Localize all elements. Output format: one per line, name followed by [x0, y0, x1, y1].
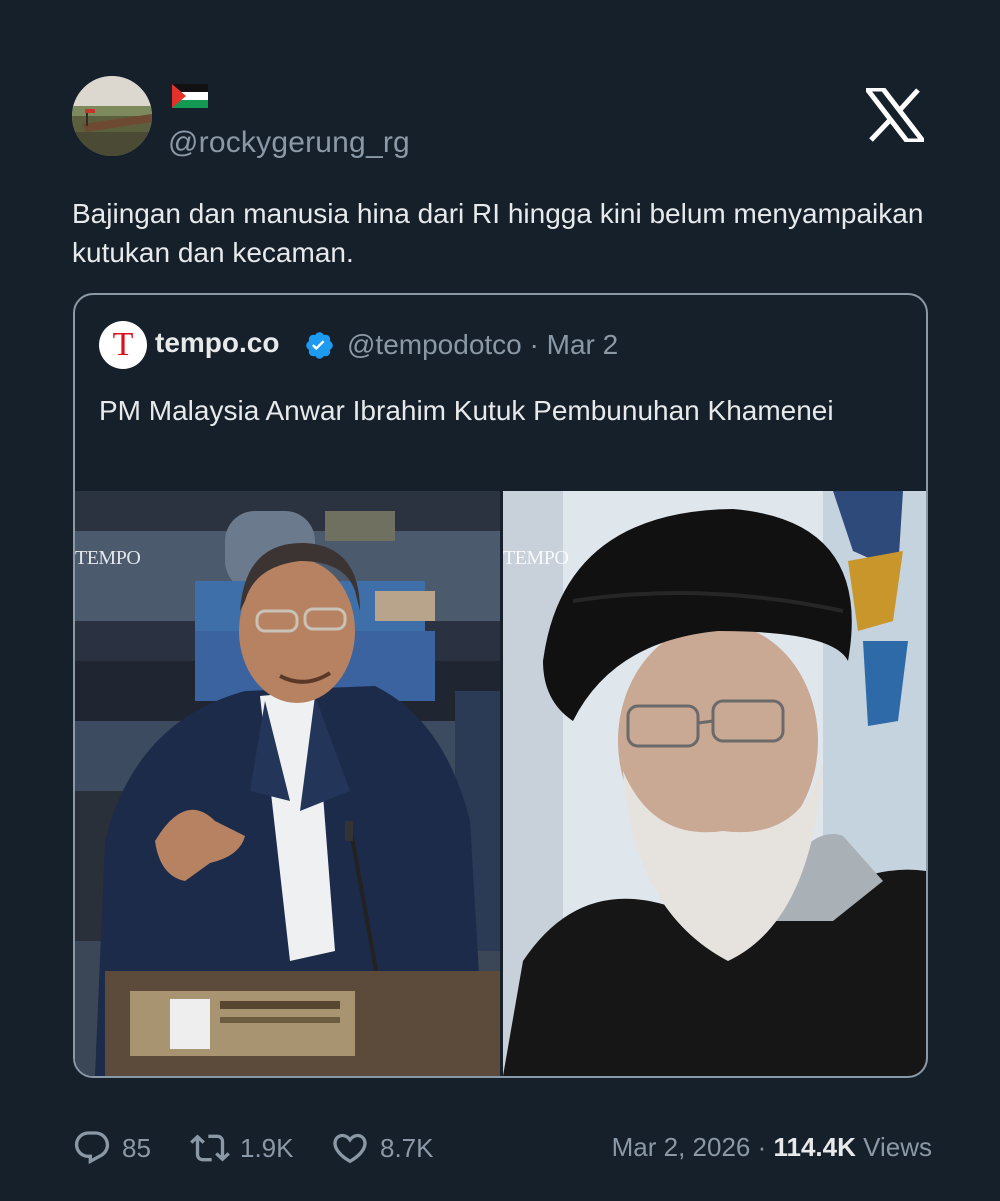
tweet-date[interactable]: Mar 2, 2026 [612, 1132, 751, 1162]
anwar-ibrahim-photo[interactable]: TEMPO [75, 491, 500, 1076]
author-handle[interactable]: @rockygerung_rg [168, 126, 410, 160]
tweet-text: Bajingan dan manusia hina dari RI hingga… [72, 198, 924, 268]
quoted-meta: @tempodotco · Mar 2 [347, 329, 618, 361]
meta-separator: · [750, 1132, 774, 1162]
heart-icon [333, 1133, 367, 1164]
quoted-tweet-card[interactable]: T tempo.co @tempodotco · Mar 2 PM Malays… [73, 293, 928, 1078]
reply-count: 85 [122, 1132, 151, 1163]
quoted-author-name[interactable]: tempo.co [155, 327, 279, 359]
repost-count: 1.9K [240, 1132, 294, 1163]
verified-badge-icon [304, 330, 335, 361]
quoted-handle[interactable]: @tempodotco [347, 329, 522, 360]
like-count: 8.7K [380, 1132, 434, 1163]
khamenei-photo[interactable]: TEMPO [503, 491, 926, 1076]
photo-watermark-left: TEMPO [75, 547, 141, 569]
quoted-media[interactable]: TEMPO TEMPO [75, 491, 926, 1076]
quoted-date[interactable]: Mar 2 [547, 329, 619, 360]
repost-button[interactable]: 1.9K [190, 1124, 294, 1172]
reply-icon [74, 1131, 110, 1165]
quoted-text: PM Malaysia Anwar Ibrahim Kutuk Pembunuh… [99, 395, 834, 426]
tempo-logo-letter: T [112, 326, 134, 363]
palestine-flag-icon [172, 84, 208, 108]
tempo-logo-icon[interactable]: T [99, 321, 147, 369]
photo-watermark-right: TEMPO [503, 547, 569, 569]
tweet-meta: Mar 2, 2026 · 114.4K Views [612, 1132, 932, 1163]
avatar-photo [72, 76, 152, 156]
like-button[interactable]: 8.7K [330, 1124, 434, 1172]
meta-separator: · [521, 329, 547, 360]
repost-icon [190, 1134, 230, 1162]
action-bar: 85 1.9K 8.7K Mar 2, 2026 · 114.4K Views [72, 1124, 932, 1174]
x-logo-icon[interactable] [861, 86, 929, 144]
views-label: Views [855, 1132, 932, 1162]
author-avatar[interactable] [72, 76, 152, 156]
reply-button[interactable]: 85 [72, 1124, 151, 1172]
views-count: 114.4K [773, 1132, 856, 1162]
